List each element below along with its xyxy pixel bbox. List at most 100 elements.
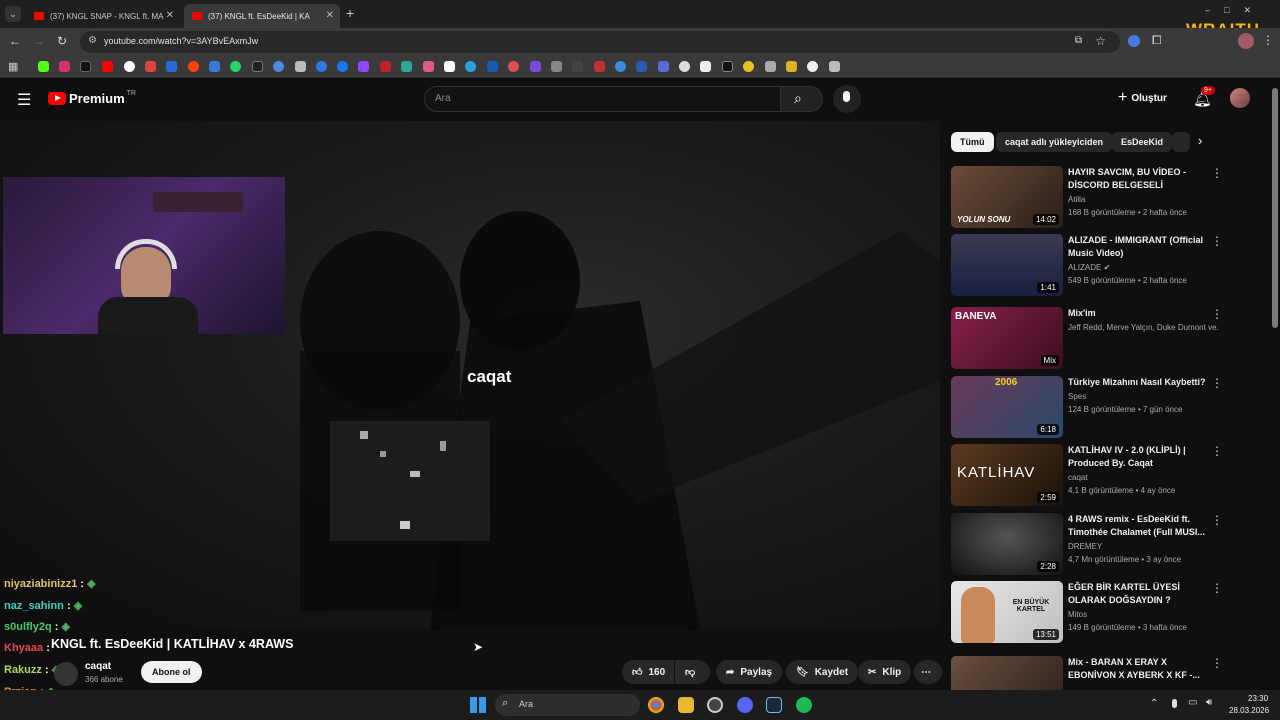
start-windows-icon[interactable]	[470, 697, 486, 713]
share-button[interactable]: ➦ Paylaş	[716, 660, 783, 684]
steam-icon[interactable]	[766, 697, 782, 713]
video-thumbnail[interactable]: KATLİHAV 2:59	[951, 444, 1063, 506]
recommendation-item[interactable]: Mix - BARAN X ERAY X EBONİVON X AYBERK X…	[951, 656, 1221, 690]
discord-icon[interactable]	[737, 697, 753, 713]
install-icon[interactable]: ⧉	[1075, 35, 1082, 46]
bookmark-facebook-icon[interactable]	[337, 61, 348, 72]
bookmark-stack-icon[interactable]	[700, 61, 711, 72]
bookmark-gmail-icon[interactable]	[145, 61, 156, 72]
account-avatar[interactable]	[1230, 88, 1250, 108]
bookmark-pink-icon[interactable]	[423, 61, 434, 72]
browser-menu-icon[interactable]: ⋮	[1262, 33, 1274, 47]
bookmark-instagram-icon[interactable]	[59, 61, 70, 72]
bookmark-yellow-icon[interactable]	[743, 61, 754, 72]
bookmark-reddit-icon[interactable]	[188, 61, 199, 72]
spotify-icon[interactable]	[796, 697, 812, 713]
chrome-icon[interactable]	[648, 697, 664, 713]
bookmark-blue-icon[interactable]	[166, 61, 177, 72]
bookmark-telegram-icon[interactable]	[465, 61, 476, 72]
close-tab-icon[interactable]: ✕	[326, 10, 334, 21]
recommendation-item[interactable]: KATLİHAV 2:59 KATLİHAV IV - 2.0 (KLİPLİ)…	[951, 444, 1223, 506]
bookmark-k-icon[interactable]	[722, 61, 733, 72]
clip-button[interactable]: ✂ Klip	[858, 660, 912, 684]
search-button[interactable]: ⌕	[781, 86, 823, 112]
back-icon[interactable]: ←	[9, 34, 21, 48]
recommendation-item[interactable]: 2:28 4 RAWS remix - EsDeeKid ft. Timothé…	[951, 513, 1223, 575]
voice-search-button[interactable]	[833, 85, 861, 113]
subscribe-button[interactable]: Abone ol	[141, 661, 202, 683]
bookmark-b-icon[interactable]	[444, 61, 455, 72]
tab-search-icon[interactable]: ⌄	[5, 6, 21, 22]
bookmark-chart-icon[interactable]	[594, 61, 605, 72]
volume-icon[interactable]: 🔊︎	[1206, 697, 1212, 708]
bookmark-red-icon[interactable]	[380, 61, 391, 72]
recommendation-item[interactable]: YOLUN SONU 14:02 HAYIR SAVCIM, BU VİDEO …	[951, 166, 1223, 228]
filter-chip-all[interactable]: Tümü	[951, 132, 994, 152]
bookmark-blue2-icon[interactable]	[487, 61, 498, 72]
more-vertical-icon[interactable]: ⋮	[1211, 166, 1223, 180]
more-vertical-icon[interactable]: ⋮	[1211, 581, 1223, 595]
video-thumbnail[interactable]: EN BÜYÜK KARTEL 13:51	[951, 581, 1063, 643]
bookmark-whatsapp-icon[interactable]	[230, 61, 241, 72]
recommendation-channel[interactable]: caqat	[1068, 473, 1218, 482]
dislike-button[interactable]: 👎︎	[675, 660, 710, 684]
bookmark-google-icon[interactable]	[124, 61, 135, 72]
recommendation-item[interactable]: EN BÜYÜK KARTEL 13:51 EĞER BİR KARTEL ÜY…	[951, 581, 1223, 643]
more-actions-button[interactable]: ⋯	[914, 660, 942, 684]
video-thumbnail[interactable]: 2006 6:18	[951, 376, 1063, 438]
chevron-right-icon[interactable]: ›	[1198, 133, 1202, 148]
extensions-puzzle-icon[interactable]: ⧠	[1152, 33, 1162, 48]
filter-chip-partial[interactable]	[1172, 132, 1190, 152]
bookmark-white-icon[interactable]	[807, 61, 818, 72]
channel-avatar[interactable]	[54, 662, 78, 686]
microphone-tray-icon[interactable]	[1172, 699, 1177, 708]
bookmark-kick-icon[interactable]	[38, 61, 49, 72]
omnibox[interactable]: ⚙ youtube.com/watch?v=3AYBvEAxmJw ☆ ⧉	[80, 31, 1120, 53]
more-vertical-icon[interactable]: ⋮	[1211, 656, 1221, 670]
window-controls[interactable]: –□✕	[1205, 5, 1265, 16]
recommendation-channel[interactable]: Spes	[1068, 392, 1218, 401]
filter-chip-esdeekid[interactable]: EsDeeKid	[1112, 132, 1173, 152]
recommendation-item[interactable]: 1:41 ALIZADE - IMMIGRANT (Official Music…	[951, 234, 1223, 296]
bookmark-pen-icon[interactable]	[636, 61, 647, 72]
forward-icon[interactable]: →	[33, 34, 45, 48]
page-scrollbar[interactable]	[1272, 88, 1278, 328]
channel-name[interactable]: caqat	[85, 661, 111, 672]
tab-kngl-esdeekid[interactable]: (37) KNGL ft. EsDeeKid | KA ✕	[184, 4, 340, 28]
video-thumbnail[interactable]: YOLUN SONU 14:02	[951, 166, 1063, 228]
bookmark-x-icon[interactable]	[80, 61, 91, 72]
extension-icon[interactable]	[1128, 35, 1140, 47]
bookmark-star-icon[interactable]: ☆	[1095, 34, 1106, 48]
bookmark-play2-icon[interactable]	[615, 61, 626, 72]
search-box[interactable]: Ara	[424, 86, 781, 112]
profile-avatar-icon[interactable]	[1238, 33, 1254, 49]
tab-kngl-snap[interactable]: (37) KNGL SNAP - KNGL ft. MA ✕	[26, 4, 180, 28]
bookmark-purple-icon[interactable]	[530, 61, 541, 72]
new-tab-button[interactable]: +	[346, 5, 354, 21]
recommendation-channel[interactable]: Atilla	[1068, 195, 1218, 204]
apps-grid-icon[interactable]: ▦	[8, 60, 18, 73]
hamburger-menu-icon[interactable]: ☰	[17, 90, 31, 110]
bookmark-gray-icon[interactable]	[551, 61, 562, 72]
tray-chevron-icon[interactable]: ⌃	[1150, 698, 1158, 709]
bookmark-tag-icon[interactable]	[786, 61, 797, 72]
recommendation-channel[interactable]: ALIZADE ✔	[1068, 263, 1218, 272]
app-clock-icon[interactable]	[707, 697, 723, 713]
taskbar-search[interactable]: ⌕ Ara	[495, 694, 640, 716]
video-thumbnail[interactable]: 2:28	[951, 513, 1063, 575]
video-thumbnail[interactable]	[951, 656, 1063, 690]
bookmark-youtube-icon[interactable]	[102, 61, 113, 72]
more-vertical-icon[interactable]: ⋮	[1211, 513, 1223, 527]
more-vertical-icon[interactable]: ⋮	[1211, 307, 1223, 321]
save-button[interactable]: 🔖︎ Kaydet	[786, 660, 859, 684]
recommendation-channel[interactable]: Mitos	[1068, 610, 1218, 619]
bookmark-twitch-icon[interactable]	[358, 61, 369, 72]
close-tab-icon[interactable]: ✕	[166, 10, 174, 21]
filter-chip-uploader[interactable]: caqat adlı yükleyiciden	[996, 132, 1113, 152]
video-thumbnail[interactable]: 1:41	[951, 234, 1063, 296]
site-info-icon[interactable]: ⚙	[88, 35, 97, 46]
bookmark-screen-icon[interactable]	[658, 61, 669, 72]
bookmark-swirl-icon[interactable]	[829, 61, 840, 72]
recommendation-channel[interactable]: DREMEY	[1068, 542, 1218, 551]
video-thumbnail[interactable]: BANEVA Mix	[951, 307, 1063, 369]
